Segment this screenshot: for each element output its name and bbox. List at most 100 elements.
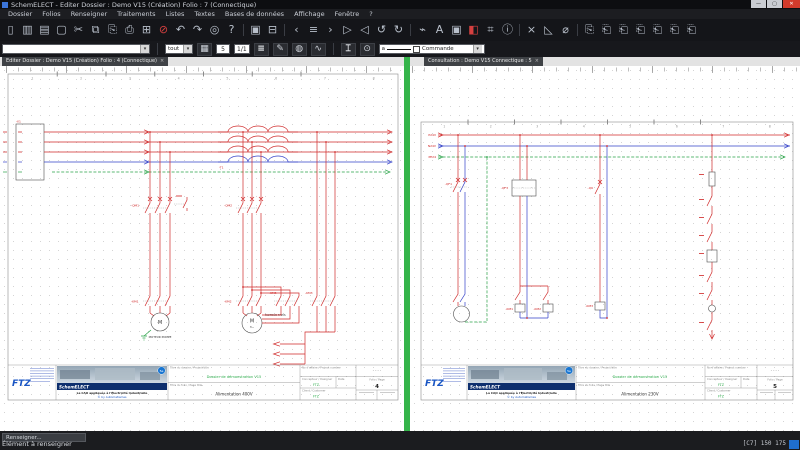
consultation-canvas[interactable]: 12345678 P24V N24V PE24 -QF1 -QF3 -KM1 -…: [410, 66, 800, 431]
hide-layer-icon[interactable]: ⌀: [558, 21, 574, 39]
terminal-block[interactable]: -X1: [15, 120, 45, 181]
menu-item-traitements[interactable]: Traitements: [112, 10, 160, 18]
folio-copy-3-icon[interactable]: ⎗: [633, 21, 649, 39]
wire-n-label: N24V: [428, 144, 437, 148]
folio-copy-4-icon[interactable]: ⎗: [650, 21, 666, 39]
tab-close-icon[interactable]: ×: [160, 57, 164, 66]
title-bar: SchemELECT - Editer Dossier : Demo V15 (…: [0, 0, 800, 9]
print-icon[interactable]: ⎙: [122, 21, 138, 39]
right-schematic-svg[interactable]: 12345678 P24V N24V PE24 -QF1 -QF3 -KM1 -…: [410, 66, 800, 431]
brand-slogan: La CAO appliquée à l'Électricité Industr…: [77, 390, 148, 395]
menu-item-bases-de-donn-es[interactable]: Bases de données: [220, 10, 289, 18]
motor1-branch[interactable]: -QM1 -KM1 M MOTEUR POMPE: [131, 132, 173, 341]
tab-editor-folio[interactable]: Editer Dossier : Demo V15 (Création) Fol…: [2, 57, 169, 66]
toolbar-separator: [154, 41, 161, 57]
menu-item-fen-tre[interactable]: Fenêtre: [330, 10, 365, 18]
folio-list-icon[interactable]: ≡: [306, 21, 322, 39]
menu-item--[interactable]: ?: [364, 10, 377, 18]
menu-item-affichage[interactable]: Affichage: [289, 10, 330, 18]
grid-toggle-icon[interactable]: ▦: [197, 42, 212, 56]
abort-icon[interactable]: ⊘: [156, 21, 172, 39]
control-wires[interactable]: [438, 134, 790, 158]
component-chain[interactable]: [699, 135, 718, 340]
chevron-down-icon[interactable]: ▾: [140, 45, 149, 53]
cut-icon[interactable]: ✂: [71, 21, 87, 39]
rotate-left-icon[interactable]: ↺: [374, 21, 390, 39]
rotate-right-icon[interactable]: ↻: [391, 21, 407, 39]
maximize-button[interactable]: ▢: [767, 0, 782, 8]
insert-block-icon[interactable]: ▣: [449, 21, 465, 39]
window-tile-icon[interactable]: ⊟: [265, 21, 281, 39]
paste-icon[interactable]: ⎘: [105, 21, 121, 39]
component-search-combo[interactable]: ▾: [2, 44, 150, 54]
aux-contact[interactable]: [174, 195, 188, 211]
status-indicator: [789, 440, 799, 449]
print-setup-icon[interactable]: ⊞: [139, 21, 155, 39]
curves-icon[interactable]: ∿: [310, 42, 326, 56]
folio-clipboard-icon[interactable]: ⎘: [582, 21, 598, 39]
vertical-wire-icon[interactable]: ⌶: [340, 42, 356, 56]
new-folio-icon[interactable]: ▯: [3, 21, 19, 39]
page-indicator-input[interactable]: 1/1: [234, 44, 250, 54]
save-icon[interactable]: ▤: [37, 21, 53, 39]
open-dossier-icon[interactable]: ▥: [20, 21, 36, 39]
qf3-branch[interactable]: -QF3 -KM1 -KM2: [501, 135, 554, 319]
measure-icon[interactable]: ◺: [541, 21, 557, 39]
folio-copy-6-icon[interactable]: ⎗: [684, 21, 700, 39]
transformer-symbol[interactable]: -T1: [218, 125, 298, 169]
menu-item-folios[interactable]: Folios: [37, 10, 65, 18]
element-info-icon[interactable]: ⓘ: [500, 21, 516, 39]
designer-value: FTZ: [313, 383, 320, 387]
insert-wire-icon[interactable]: ⌁: [415, 21, 431, 39]
tab-consultation-folio[interactable]: Consultation : Demo V15 Connectique : 5 …: [424, 57, 543, 66]
insert-text-icon[interactable]: A: [432, 21, 448, 39]
tab-close-icon[interactable]: ×: [535, 57, 539, 66]
delete-element-icon[interactable]: ×: [524, 21, 540, 39]
brand-link[interactable]: © by Automatismes: [507, 395, 537, 399]
menu-item-listes[interactable]: Listes: [161, 10, 190, 18]
editor-canvas[interactable]: 12345678 -X1 -T1 -QM1 -KM1 M MOTEUR POMP…: [0, 66, 404, 431]
column-number: 5: [226, 77, 228, 81]
motor2-symbol: M: [250, 319, 254, 325]
status-message: Élément à renseigner: [2, 440, 72, 448]
chevron-down-icon[interactable]: ▾: [183, 45, 192, 53]
select-zone-icon[interactable]: ▢: [54, 21, 70, 39]
folio-copy-2-icon[interactable]: ⎗: [616, 21, 632, 39]
previous-folio-icon[interactable]: ‹: [289, 21, 305, 39]
menu-item-dossier[interactable]: Dossier: [3, 10, 37, 18]
cursor-select-icon[interactable]: ▷: [340, 21, 356, 39]
copy-icon[interactable]: ⧉: [88, 21, 104, 39]
cursor-pan-icon[interactable]: ◁: [357, 21, 373, 39]
pencil-icon[interactable]: ✎: [272, 42, 288, 56]
refresh-icon[interactable]: ◎: [207, 21, 223, 39]
page-title-value: Alimentation 400V: [215, 392, 252, 397]
layers-icon[interactable]: ≡: [253, 42, 269, 56]
menu-item-renseigner[interactable]: Renseigner: [66, 10, 112, 18]
grid-size-input[interactable]: 5: [216, 44, 230, 54]
q6-branch[interactable]: -Q6 -KM3: [585, 135, 608, 319]
minimize-button[interactable]: —: [751, 0, 766, 8]
column-numbers: 1 2 3 4 5 6 7 8: [443, 125, 771, 129]
left-schematic-svg[interactable]: 12345678 -X1 -T1 -QM1 -KM1 M MOTEUR POMP…: [0, 66, 404, 431]
next-folio-icon[interactable]: ›: [323, 21, 339, 39]
undo-icon[interactable]: ↶: [173, 21, 189, 39]
chevron-down-icon[interactable]: ▾: [472, 45, 482, 53]
company-address-lines: [443, 368, 465, 382]
wire-node-icon[interactable]: ⊙: [359, 42, 375, 56]
folio-copy-1-icon[interactable]: ⎗: [599, 21, 615, 39]
qf1-branch[interactable]: -QF1: [445, 135, 488, 323]
line-style-combo[interactable]: a Commande ▾: [378, 44, 485, 54]
scope-filter-combo[interactable]: tout ▾: [165, 44, 193, 54]
folio-copy-5-icon[interactable]: ⎗: [667, 21, 683, 39]
window-cascade-icon[interactable]: ▣: [248, 21, 264, 39]
help-icon[interactable]: ?: [224, 21, 240, 39]
close-button[interactable]: ✕: [783, 0, 800, 8]
line-style-checkbox[interactable]: [413, 45, 421, 53]
power-wires[interactable]: [44, 131, 390, 173]
lamp-icon[interactable]: ◍: [291, 42, 307, 56]
redo-icon[interactable]: ↷: [190, 21, 206, 39]
menu-item-textes[interactable]: Textes: [189, 10, 220, 18]
snap-grid-icon[interactable]: ⌗: [483, 21, 499, 39]
brand-link[interactable]: © by Automatismes: [97, 395, 127, 399]
fill-color-icon[interactable]: ◧: [466, 21, 482, 39]
